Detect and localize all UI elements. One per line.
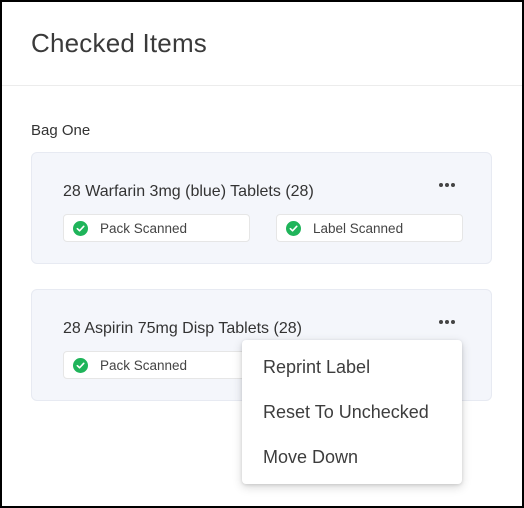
page-title: Checked Items: [31, 28, 208, 58]
badge-label: Pack Scanned: [100, 357, 188, 373]
check-circle-icon: [73, 220, 88, 236]
pack-scanned-badge: Pack Scanned: [63, 214, 250, 242]
menu-item-reprint-label[interactable]: Reprint Label: [263, 357, 370, 378]
more-options-button[interactable]: [435, 314, 459, 330]
menu-item-reset-to-unchecked[interactable]: Reset To Unchecked: [263, 402, 429, 423]
item-card-warfarin: 28 Warfarin 3mg (blue) Tablets (28) Pack…: [31, 152, 492, 264]
pack-scanned-badge: Pack Scanned: [63, 351, 250, 379]
label-scanned-badge: Label Scanned: [276, 214, 463, 242]
badge-label: Pack Scanned: [100, 220, 188, 236]
app-window: Checked Items Bag One 28 Warfarin 3mg (b…: [0, 0, 524, 508]
menu-item-move-down[interactable]: Move Down: [263, 447, 358, 468]
more-horizontal-icon: [439, 183, 443, 187]
more-options-button[interactable]: [435, 177, 459, 193]
badge-label: Label Scanned: [313, 220, 404, 236]
context-menu: Reprint Label Reset To Unchecked Move Do…: [242, 340, 462, 484]
more-horizontal-icon: [439, 320, 443, 324]
page-header: Checked Items: [2, 2, 522, 86]
item-title: 28 Aspirin 75mg Disp Tablets (28): [63, 320, 302, 337]
check-circle-icon: [73, 357, 88, 373]
check-circle-icon: [286, 220, 301, 236]
bag-label: Bag One: [31, 122, 91, 139]
item-title: 28 Warfarin 3mg (blue) Tablets (28): [63, 183, 314, 200]
